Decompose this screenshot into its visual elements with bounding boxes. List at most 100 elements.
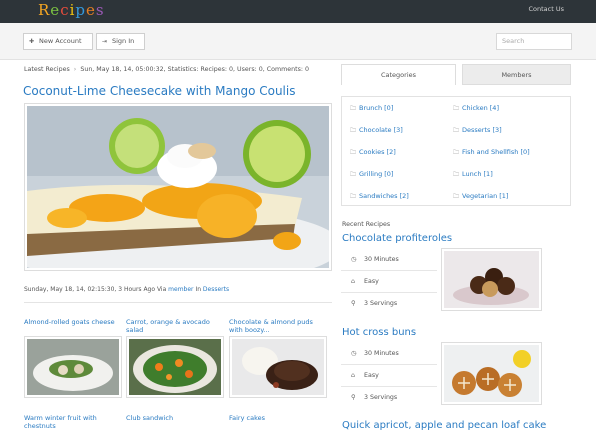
category-label: Grilling [0]	[359, 170, 394, 178]
top-navbar: Recipes Contact Us	[0, 0, 596, 23]
recipe-difficulty: ⌂ Easy	[341, 365, 437, 387]
meta-in: In	[193, 286, 203, 293]
category-label: Sandwiches [2]	[359, 192, 409, 200]
tab-categories[interactable]: Categories	[341, 64, 456, 85]
category-label: Lunch [1]	[462, 170, 493, 178]
sign-in-label: Sign In	[112, 37, 135, 45]
folder-icon: 🗀	[350, 127, 357, 134]
meta-date: Sunday, May 18, 14, 02:15:30, 3 Hours Ag…	[24, 286, 169, 293]
site-logo[interactable]: Recipes	[38, 1, 105, 19]
category-link[interactable]: 🗀 Cookies [2]	[350, 148, 396, 158]
recent-recipe-image[interactable]	[441, 342, 542, 405]
logo-letter: s	[95, 1, 105, 19]
recent-recipe-title[interactable]: Quick apricot, apple and pecan loaf cake	[342, 420, 546, 431]
featured-recipe-title[interactable]: Coconut-Lime Cheesecake with Mango Couli…	[23, 84, 295, 98]
category-link[interactable]: 🗀 Brunch [0]	[350, 104, 393, 114]
carrot-salad-photo	[129, 339, 221, 395]
category-link[interactable]: 🗀 Vegetarian [1]	[453, 192, 508, 202]
servings-icon: ⚲	[351, 300, 356, 307]
breadcrumb-separator: ›	[73, 66, 77, 73]
time-value: 30 Minutes	[364, 256, 399, 263]
folder-icon: 🗀	[350, 171, 357, 178]
recent-recipes-heading: Recent Recipes	[342, 221, 391, 228]
category-link[interactable]: 🗀 Chocolate [3]	[350, 126, 403, 136]
related-recipe-image[interactable]	[126, 336, 224, 398]
recipe-servings: ⚲ 3 Servings	[341, 387, 437, 409]
new-account-label: New Account	[39, 37, 82, 45]
meta-author-link[interactable]: member	[168, 286, 193, 293]
related-recipe-title[interactable]: Chocolate & almond puds with boozy...	[229, 318, 327, 334]
featured-meta: Sunday, May 18, 14, 02:15:30, 3 Hours Ag…	[24, 286, 229, 293]
featured-recipe-image[interactable]	[24, 103, 332, 271]
related-recipe-title[interactable]: Almond-rolled goats cheese	[24, 318, 122, 326]
logo-letter: c	[60, 1, 70, 19]
sign-in-button[interactable]: ⇥ Sign In	[96, 33, 145, 50]
cheesecake-illustration	[27, 106, 329, 268]
category-label: Fish and Shellfish [0]	[462, 148, 530, 156]
time-value: 30 Minutes	[364, 350, 399, 357]
category-link[interactable]: 🗀 Sandwiches [2]	[350, 192, 409, 202]
related-recipe-title[interactable]: Fairy cakes	[229, 414, 327, 422]
recent-recipe-title[interactable]: Chocolate profiteroles	[342, 233, 452, 244]
profiteroles-photo	[444, 251, 539, 308]
category-link[interactable]: 🗀 Grilling [0]	[350, 170, 393, 180]
category-label: Brunch [0]	[359, 104, 394, 112]
categories-panel: 🗀 Brunch [0] 🗀 Chicken [4] 🗀 Chocolate [3] …	[341, 96, 571, 206]
category-link[interactable]: 🗀 Lunch [1]	[453, 170, 493, 180]
recipe-servings: ⚲ 3 Servings	[341, 293, 437, 315]
difficulty-value: Easy	[364, 278, 379, 285]
folder-icon: 🗀	[453, 171, 460, 178]
servings-value: 3 Servings	[364, 394, 398, 401]
recipe-time: ◷ 30 Minutes	[341, 249, 437, 271]
folder-icon: 🗀	[453, 149, 460, 156]
related-recipe-title[interactable]: Warm winter fruit with chestnuts	[24, 414, 122, 430]
clock-icon: ◷	[351, 350, 357, 357]
category-label: Chocolate [3]	[359, 126, 403, 134]
category-label: Chicken [4]	[462, 104, 499, 112]
contact-us-link[interactable]: Contact Us	[529, 5, 565, 13]
folder-icon: 🗀	[350, 193, 357, 200]
folder-icon: 🗀	[350, 149, 357, 156]
related-recipe-title[interactable]: Carrot, orange & avocado salad	[126, 318, 224, 334]
difficulty-value: Easy	[364, 372, 379, 379]
clock-icon: ◷	[351, 256, 357, 263]
recipe-time: ◷ 30 Minutes	[341, 343, 437, 365]
servings-value: 3 Servings	[364, 300, 398, 307]
tab-members[interactable]: Members	[462, 64, 571, 85]
related-recipe-image[interactable]	[229, 336, 327, 398]
recipe-difficulty: ⌂ Easy	[341, 271, 437, 293]
folder-icon: 🗀	[350, 105, 357, 112]
user-plus-icon: ✚	[29, 38, 35, 45]
category-link[interactable]: 🗀 Fish and Shellfish [0]	[453, 148, 530, 158]
sign-in-icon: ⇥	[102, 38, 108, 45]
stats-text: Sun, May 18, 14, 05:00:32, Statistics: R…	[80, 66, 310, 73]
breadcrumb-latest[interactable]: Latest Recipes	[24, 66, 70, 73]
category-link[interactable]: 🗀 Desserts [3]	[453, 126, 502, 136]
category-label: Vegetarian [1]	[462, 192, 509, 200]
search-input[interactable]: Search	[496, 33, 572, 50]
category-link[interactable]: 🗀 Chicken [4]	[453, 104, 499, 114]
folder-icon: 🗀	[453, 193, 460, 200]
recent-recipe-image[interactable]	[441, 248, 542, 311]
recent-recipe-title[interactable]: Hot cross buns	[342, 327, 416, 338]
logo-letter: p	[75, 1, 87, 19]
logo-letter: e	[86, 1, 96, 19]
meta-category-link[interactable]: Desserts	[203, 286, 229, 293]
breadcrumb: Latest Recipes › Sun, May 18, 14, 05:00:32…	[24, 66, 309, 73]
category-label: Desserts [3]	[462, 126, 502, 134]
gauge-icon: ⌂	[351, 278, 355, 285]
logo-letter: e	[50, 1, 61, 19]
new-account-button[interactable]: ✚ New Account	[23, 33, 93, 50]
related-recipe-image[interactable]	[24, 336, 122, 398]
logo-letter: R	[38, 1, 51, 19]
toolbar: ✚ New Account ⇥ Sign In Search	[0, 23, 596, 60]
servings-icon: ⚲	[351, 394, 356, 401]
related-recipe-title[interactable]: Club sandwich	[126, 414, 224, 422]
category-label: Cookies [2]	[359, 148, 396, 156]
sidebar-tabs: Categories Members	[341, 64, 571, 85]
folder-icon: 🗀	[453, 127, 460, 134]
folder-icon: 🗀	[453, 105, 460, 112]
divider	[24, 302, 332, 303]
hot-cross-buns-photo	[444, 345, 539, 402]
gauge-icon: ⌂	[351, 372, 355, 379]
